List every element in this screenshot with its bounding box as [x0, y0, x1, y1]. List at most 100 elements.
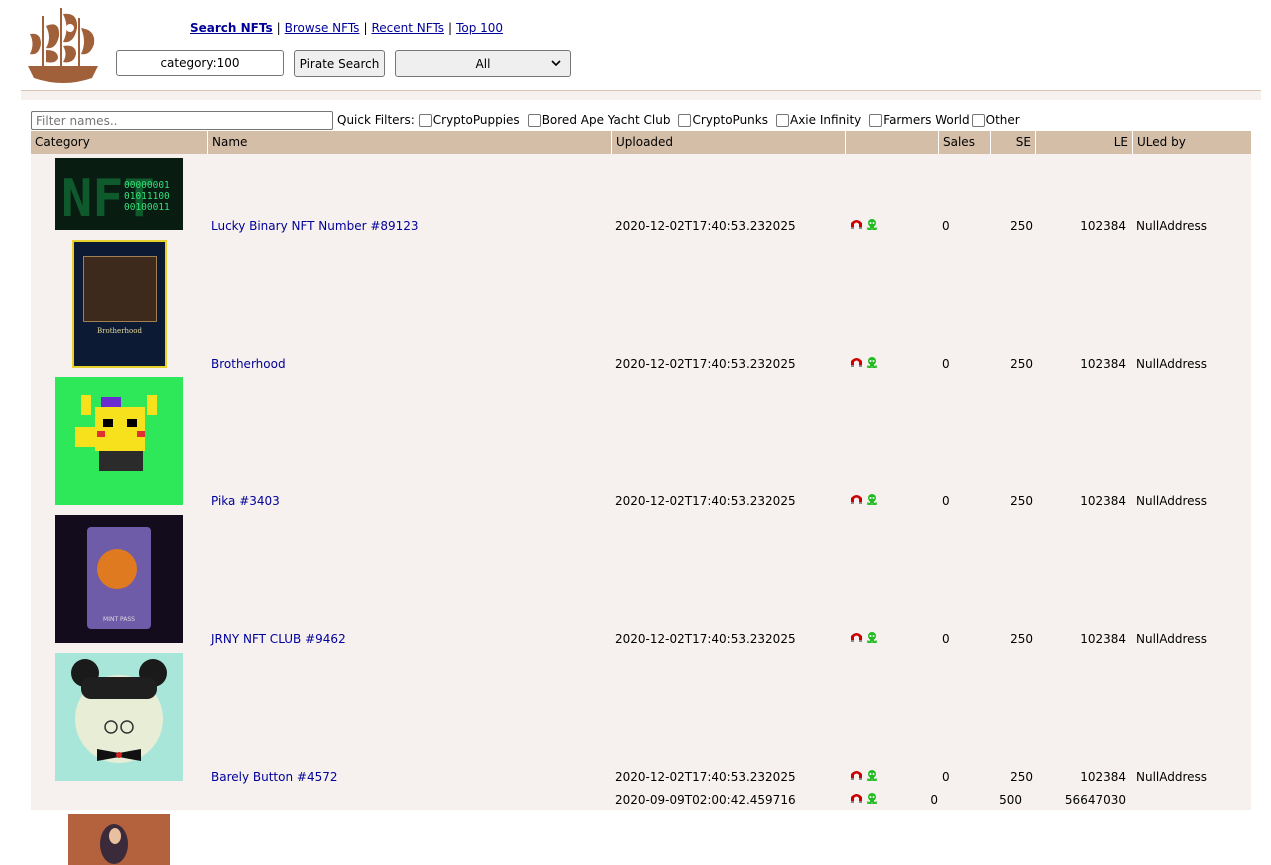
col-header-le[interactable]: LE: [1036, 131, 1132, 154]
checkbox[interactable]: [418, 113, 432, 127]
nav-separator: |: [448, 21, 453, 35]
row-sales: 0: [942, 494, 950, 508]
row-se: 500: [999, 793, 1022, 807]
skull-icon: [866, 356, 878, 371]
nav-top-100[interactable]: Top 100: [456, 21, 503, 35]
quick-filter-farmers-world[interactable]: Farmers World: [865, 113, 970, 127]
row-uploaded: 2020-12-02T17:40:53.232025: [615, 632, 796, 646]
quick-filter-label: Axie Infinity: [789, 113, 862, 127]
row-icons: [850, 631, 880, 646]
magnet-icon[interactable]: [850, 792, 863, 807]
row-icons: [850, 218, 880, 233]
row-le: 102384: [1080, 219, 1126, 233]
row-uploaded: 2020-09-09T02:00:42.459716: [615, 793, 796, 807]
category-select-value: All: [475, 56, 491, 71]
magnet-icon[interactable]: [850, 769, 863, 784]
magnet-icon[interactable]: [850, 356, 863, 371]
row-se: 250: [1010, 219, 1033, 233]
row-name[interactable]: Brotherhood: [211, 357, 286, 371]
nav-browse-nfts[interactable]: Browse NFTs: [285, 21, 360, 35]
col-header-sales[interactable]: Sales: [939, 131, 990, 154]
checkbox[interactable]: [869, 113, 883, 127]
quick-filter-cryptopuppies[interactable]: CryptoPuppies: [415, 113, 520, 127]
skull-icon: [866, 493, 878, 508]
checkbox[interactable]: [678, 113, 692, 127]
nft-thumbnail[interactable]: Brotherhood: [72, 240, 167, 368]
row-name[interactable]: Barely Button #4572: [211, 770, 338, 784]
row-name[interactable]: Lucky Binary NFT Number #89123: [211, 219, 419, 233]
filter-names-input[interactable]: [31, 111, 333, 130]
row-uled-by: NullAddress: [1136, 632, 1208, 646]
row-le: 102384: [1080, 770, 1126, 784]
row-icons: [850, 792, 880, 807]
row-name[interactable]: JRNY NFT CLUB #9462: [211, 632, 346, 646]
row-uled-by: NullAddress: [1136, 357, 1208, 371]
row-le: 56647030: [1064, 793, 1126, 807]
nft-thumbnail[interactable]: [55, 377, 183, 505]
row-uled-by: NullAddress: [1136, 770, 1208, 784]
header-divider: [21, 90, 1261, 100]
pirate-search-button[interactable]: Pirate Search: [294, 50, 385, 77]
nft-thumbnail[interactable]: [68, 814, 170, 865]
magnet-icon[interactable]: [850, 493, 863, 508]
quick-filter-other[interactable]: Other: [970, 113, 1020, 127]
row-se: 250: [1010, 770, 1033, 784]
nav-recent-nfts[interactable]: Recent NFTs: [371, 21, 444, 35]
row-icons: [850, 493, 880, 508]
quick-filter-label: CryptoPunks: [692, 113, 768, 127]
skull-icon: [866, 631, 878, 646]
row-se: 250: [1010, 494, 1033, 508]
row-name[interactable]: Pika #3403: [211, 494, 280, 508]
results-table: [31, 154, 1251, 810]
row-uploaded: 2020-12-02T17:40:53.232025: [615, 357, 796, 371]
row-le: 102384: [1080, 494, 1126, 508]
row-sales: 0: [942, 357, 950, 371]
checkbox[interactable]: [775, 113, 789, 127]
nav-separator: |: [363, 21, 368, 35]
skull-icon: [866, 769, 878, 784]
row-icons: [850, 356, 880, 371]
col-header-category[interactable]: Category: [31, 131, 207, 154]
row-uploaded: 2020-12-02T17:40:53.232025: [615, 494, 796, 508]
category-select[interactable]: All: [395, 50, 571, 77]
pirate-ship-logo[interactable]: [22, 4, 104, 88]
row-sales: 0: [942, 632, 950, 646]
quick-filter-label: CryptoPuppies: [432, 113, 520, 127]
nft-thumbnail[interactable]: MINT PASS: [55, 515, 183, 643]
quick-filters-label: Quick Filters:: [337, 113, 415, 127]
row-uled-by: NullAddress: [1136, 219, 1208, 233]
row-se: 250: [1010, 357, 1033, 371]
magnet-icon[interactable]: [850, 631, 863, 646]
row-uploaded: 2020-12-02T17:40:53.232025: [615, 219, 796, 233]
col-header-uled-by[interactable]: ULed by: [1133, 131, 1251, 154]
row-le: 102384: [1080, 357, 1126, 371]
quick-filter-axie[interactable]: Axie Infinity: [772, 113, 861, 127]
row-sales: 0: [942, 219, 950, 233]
nft-thumbnail[interactable]: NFT 00000001 01011100 00100011: [55, 158, 183, 230]
col-header-name[interactable]: Name: [208, 131, 611, 154]
chevron-down-icon: [550, 57, 562, 72]
top-nav: Search NFTs | Browse NFTs | Recent NFTs | Top …: [190, 21, 503, 35]
row-icons: [850, 769, 880, 784]
checkbox[interactable]: [971, 113, 985, 127]
row-sales: 0: [930, 793, 938, 807]
col-header-icons: [846, 131, 938, 154]
row-uploaded: 2020-12-02T17:40:53.232025: [615, 770, 796, 784]
quick-filter-label: Bored Ape Yacht Club: [541, 113, 671, 127]
row-le: 102384: [1080, 632, 1126, 646]
magnet-icon[interactable]: [850, 218, 863, 233]
quick-filter-bored-ape[interactable]: Bored Ape Yacht Club: [524, 113, 671, 127]
nav-separator: |: [276, 21, 281, 35]
col-header-se[interactable]: SE: [991, 131, 1035, 154]
quick-filters: Quick Filters: CryptoPuppies Bored Ape Y…: [337, 113, 1024, 127]
row-sales: 0: [942, 770, 950, 784]
nft-thumbnail[interactable]: [55, 653, 183, 781]
quick-filter-cryptopunks[interactable]: CryptoPunks: [674, 113, 768, 127]
nav-search-nfts[interactable]: Search NFTs: [190, 21, 273, 35]
col-header-uploaded[interactable]: Uploaded: [612, 131, 845, 154]
skull-icon: [866, 792, 878, 807]
row-uled-by: NullAddress: [1136, 494, 1208, 508]
thumb-binary-text: 00000001 01011100 00100011: [124, 180, 170, 213]
checkbox[interactable]: [527, 113, 541, 127]
search-input[interactable]: [116, 50, 284, 76]
